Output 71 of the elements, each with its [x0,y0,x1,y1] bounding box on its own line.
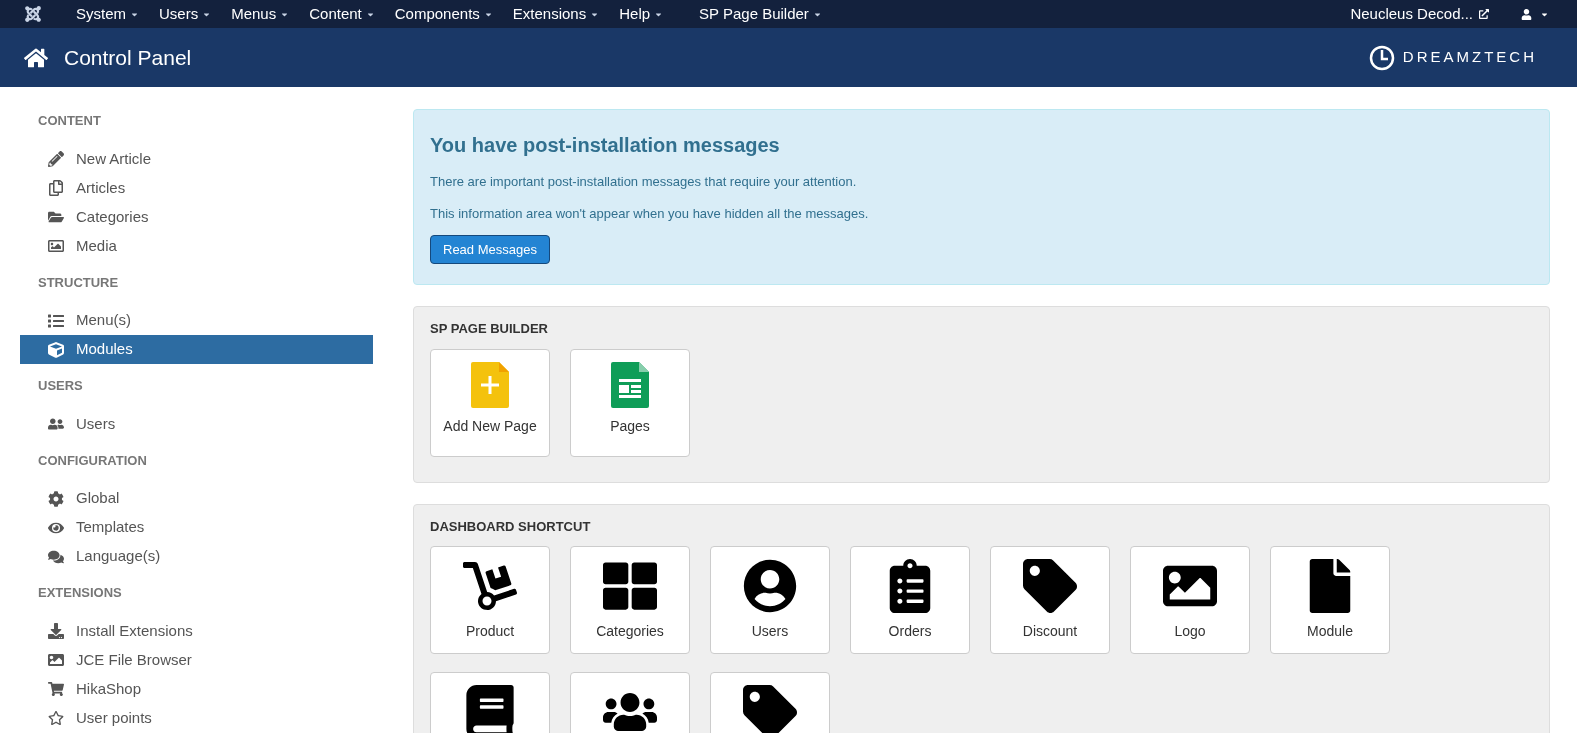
alert-title: You have post-installation messages [430,133,781,158]
image-icon [48,238,64,254]
shortcut-tile[interactable]: Categories [570,546,690,654]
shortcut-tile[interactable]: Discount [990,546,1110,654]
menu-item[interactable]: Components [384,2,503,26]
cart-icon [48,681,64,697]
sidebar-item[interactable]: Articles [20,173,373,203]
sidebar-item[interactable]: Menu(s) [20,306,373,335]
grid-icon [603,559,657,613]
tag-icon [743,685,797,733]
section-heading: CONTENT [37,112,102,130]
section-heading: STRUCTURE [37,273,120,292]
page-title: Control Panel [64,44,192,71]
user-icon [1521,8,1532,20]
star-icon [48,710,64,726]
sidebar-item[interactable]: Install Extensions [20,616,373,646]
menu-item[interactable]: Users [149,2,222,26]
sidebar-item[interactable]: Templates [20,513,373,542]
sidebar-item[interactable]: New Article [20,144,373,174]
hand-truck-icon [463,559,517,613]
alert-text: This information area won't appear when you have hidden all the messages. [430,204,870,223]
book-icon [463,685,517,733]
pages-icon [611,361,649,408]
section-heading: USERS [37,377,84,395]
settings-icon [48,490,64,507]
user-menu[interactable] [1521,8,1549,20]
menu-item[interactable]: Extensions [502,2,610,26]
shortcut-tile[interactable]: Logo [1130,546,1250,654]
pencil-icon [48,151,64,167]
sidebar-item[interactable]: Users [20,409,373,439]
sidebar-item[interactable]: JCE File Browser [20,645,373,675]
copy-icon [48,180,64,196]
shortcut-tile[interactable]: Users [710,546,830,654]
panel-heading: SP PAGE BUILDER [430,320,549,338]
site-link[interactable]: Neucleus Decod... [1350,2,1489,26]
section-heading: CONFIGURATION [37,451,148,470]
chat-icon [48,548,64,565]
sidebar-item[interactable]: Global [20,484,373,513]
sidebar-item[interactable]: Language(s) [20,542,373,571]
add-page-icon [471,361,509,408]
home-icon [24,46,48,69]
folder-icon [48,209,64,225]
shortcut-tile[interactable]: Product [430,546,550,654]
sidebar-item[interactable]: HikaShop [20,674,373,704]
menu-item[interactable]: Help [609,2,674,26]
cube-icon [48,341,64,358]
section-heading: EXTENSIONS [37,584,123,602]
menu-item[interactable]: Content [299,2,385,26]
shortcut-tile[interactable]: Pages [570,348,690,457]
menu-item[interactable]: SP Page Builder [689,2,832,26]
alert-text: There are important post-installation messages that require your attention. [430,173,858,191]
external-link-icon [1479,9,1489,19]
sidebar-item[interactable]: Categories [20,202,373,232]
menu-item[interactable]: Menus [221,2,300,26]
clock-logo-icon [1368,44,1395,71]
download-icon [48,623,64,639]
users-icon [48,416,64,432]
panel-heading: DASHBOARD SHORTCUT [430,517,592,536]
read-messages-button[interactable]: Read Messages [430,235,550,264]
sidebar-item[interactable]: Modules [20,335,373,364]
brand-logo: DREAMZTECH [1368,44,1537,71]
sidebar-item[interactable]: User points [20,703,373,733]
joomla-logo-icon[interactable] [24,5,42,23]
sidebar-item[interactable]: Media [20,231,373,261]
shortcut-tile[interactable]: Module [1270,546,1390,654]
menu-item[interactable]: System [66,2,149,26]
tag-icon [1023,559,1077,613]
list-icon [48,312,64,329]
shortcut-tile[interactable]: Add New Page [430,348,550,457]
shortcut-tile[interactable]: Orders [850,546,970,654]
image-icon [48,652,64,668]
